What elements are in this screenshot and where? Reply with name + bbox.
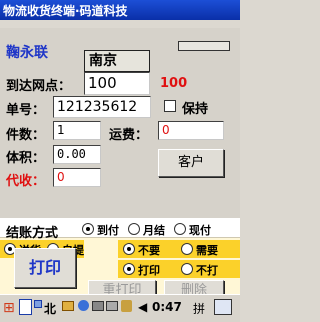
city-field[interactable]: 南京	[84, 50, 150, 72]
input-mode[interactable]: 拼	[193, 300, 205, 317]
cod-label: 代收：	[6, 174, 46, 189]
volume-input[interactable]: 0.00	[53, 145, 101, 164]
pieces-label: 件数：	[6, 128, 46, 143]
settle-radio-daofu[interactable]	[82, 223, 94, 235]
device-icon[interactable]	[92, 301, 104, 311]
print-radio-buda[interactable]	[181, 263, 193, 275]
print-radio-dayin[interactable]	[123, 263, 135, 275]
settle-option-daofu: 到付	[97, 224, 119, 237]
keep-checkbox[interactable]	[164, 100, 176, 112]
company-name: 鞠永联	[6, 45, 48, 61]
customer-button[interactable]: 客户	[158, 149, 224, 177]
need-option-buyao: 不要	[138, 244, 160, 257]
title-bar: 物流收货终端·码道科技	[0, 0, 240, 20]
order-input[interactable]: 121235612	[53, 96, 151, 118]
clock[interactable]: 0:47	[152, 300, 182, 314]
print-button[interactable]: 打印	[14, 248, 76, 288]
arrival-echo: 100	[160, 76, 188, 91]
options-panel: 结账方式 到付 月结 现付 送货 自提 不要 需要 打印 不打 打印 重打印 删…	[0, 218, 240, 302]
need-radio-buyao[interactable]	[123, 243, 135, 255]
arrival-input[interactable]: 100	[84, 72, 150, 95]
settle-option-xianfu: 现付	[189, 224, 211, 237]
keep-label: 保持	[182, 102, 209, 117]
settle-radio-yuejie[interactable]	[128, 223, 140, 235]
windows-start-icon[interactable]: ⊞	[3, 301, 15, 315]
folder-icon[interactable]	[62, 301, 74, 311]
settle-option-yuejie: 月结	[143, 224, 165, 237]
need-group	[118, 240, 240, 258]
volume-label: 体积：	[6, 151, 46, 166]
speaker-icon[interactable]: ◀	[138, 300, 147, 314]
print-option-group	[118, 260, 240, 278]
print-option-buda: 不打	[196, 264, 218, 277]
freight-input[interactable]: 0	[158, 121, 224, 140]
print-option-dayin: 打印	[138, 264, 160, 277]
taskbar: ⊞ 北 ◀ 0:47 拼	[0, 294, 240, 322]
need-option-xuyao: 需要	[196, 244, 218, 257]
main-form: 鞠永联 南京 到达网点： 100 100 单号： 121235612 保持 件数…	[0, 28, 240, 218]
network-icon[interactable]	[34, 300, 42, 308]
globe-icon[interactable]	[78, 300, 89, 311]
order-label: 单号：	[6, 103, 46, 118]
status-slot	[178, 41, 230, 51]
battery-icon[interactable]	[106, 301, 118, 311]
volume-icon[interactable]	[121, 300, 132, 312]
keyboard-icon[interactable]	[19, 299, 32, 315]
ime-indicator[interactable]: 北	[44, 300, 56, 317]
settle-radio-xianfu[interactable]	[174, 223, 186, 235]
cod-input[interactable]: 0	[53, 168, 101, 187]
window-switch-icon[interactable]	[214, 299, 232, 315]
pieces-input[interactable]: 1	[53, 121, 101, 140]
freight-label: 运费：	[109, 128, 149, 143]
arrival-label: 到达网点：	[6, 79, 72, 94]
settle-label: 结账方式	[6, 226, 59, 241]
window-title: 物流收货终端·码道科技	[3, 4, 128, 18]
need-radio-xuyao[interactable]	[181, 243, 193, 255]
